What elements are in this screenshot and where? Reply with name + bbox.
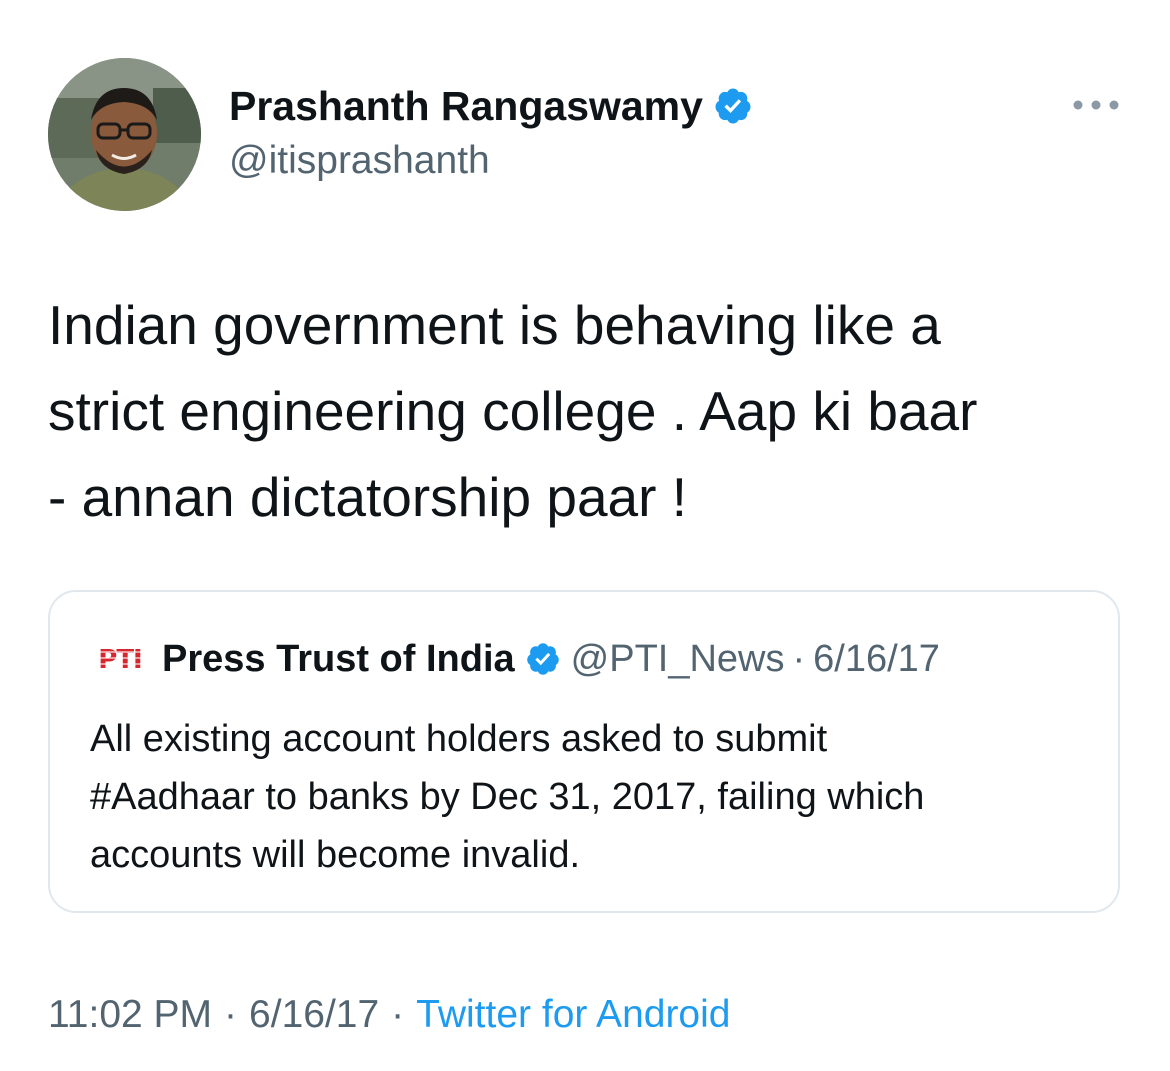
tweet-text-line: Indian government is behaving like a [48, 294, 941, 356]
tweet-text: Indian government is behaving like a str… [48, 282, 1128, 540]
author-name[interactable]: Prashanth Rangaswamy [229, 80, 753, 132]
avatar[interactable] [48, 58, 201, 211]
avatar-photo [48, 58, 201, 211]
quoted-tweet-text: All existing account holders asked to su… [90, 710, 1090, 884]
verified-badge-icon [713, 86, 753, 126]
quoted-tweet-date: 6/16/17 [813, 638, 940, 680]
quoted-tweet-header: PTI Press Trust of India @PTI_News · 6/1… [90, 636, 940, 682]
tweet-meta: 11:02 PM · 6/16/17 · Twitter for Android [48, 990, 730, 1040]
quoted-tweet-card[interactable]: PTI Press Trust of India @PTI_News · 6/1… [48, 590, 1120, 913]
dot-separator: · [391, 993, 405, 1036]
tweet-source-link[interactable]: Twitter for Android [416, 993, 730, 1036]
svg-text:PTI: PTI [98, 645, 141, 675]
tweet-text-line: - annan dictatorship paar ! [48, 466, 687, 528]
tweet-date[interactable]: 6/16/17 [249, 993, 379, 1036]
quoted-author-handle: @PTI_News [570, 638, 785, 680]
quoted-author-name: Press Trust of India [162, 638, 515, 680]
dot-separator: · [224, 993, 238, 1036]
ellipsis-icon [1073, 100, 1119, 110]
quoted-text-line: accounts will become invalid. [90, 834, 581, 876]
dot-separator: · [792, 638, 806, 680]
tweet-time[interactable]: 11:02 PM [48, 993, 212, 1036]
pti-logo-icon: PTI [90, 639, 150, 679]
author-name-text: Prashanth Rangaswamy [229, 83, 703, 129]
more-options-button[interactable] [1068, 88, 1124, 122]
verified-badge-icon [525, 641, 561, 677]
quoted-text-line: All existing account holders asked to su… [90, 718, 828, 760]
quoted-text-line: #Aadhaar to banks by Dec 31, 2017, faili… [90, 776, 925, 818]
tweet-text-line: strict engineering college . Aap ki baar [48, 380, 978, 442]
author-handle[interactable]: @itisprashanth [229, 136, 490, 186]
